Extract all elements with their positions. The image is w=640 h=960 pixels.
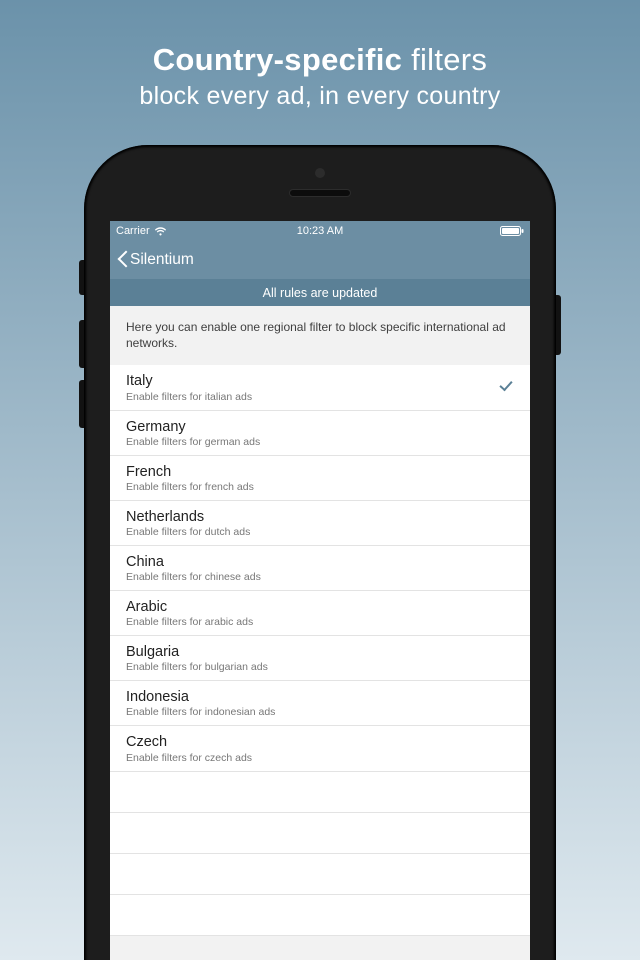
status-bar: Carrier 10:23 AM: [110, 221, 530, 241]
filter-row-empty: [110, 854, 530, 895]
filter-row-title: China: [126, 553, 514, 571]
status-bar-left: Carrier: [116, 225, 167, 237]
phone-speaker: [289, 189, 351, 197]
carrier-label: Carrier: [116, 225, 150, 237]
filter-row-subtitle: Enable filters for bulgarian ads: [126, 661, 514, 673]
filter-row[interactable]: BulgariaEnable filters for bulgarian ads: [110, 636, 530, 681]
filter-row-title: Italy: [126, 372, 514, 390]
filter-row-subtitle: Enable filters for french ads: [126, 481, 514, 493]
checkmark-icon: [498, 381, 514, 393]
promo-line-1-bold: Country-specific: [153, 42, 402, 77]
filter-row-subtitle: Enable filters for czech ads: [126, 752, 514, 764]
filter-row-title: French: [126, 463, 514, 481]
filter-row-subtitle: Enable filters for german ads: [126, 436, 514, 448]
phone-power-button: [556, 295, 561, 355]
filter-row[interactable]: NetherlandsEnable filters for dutch ads: [110, 501, 530, 546]
phone-screen: Carrier 10:23 AM Sil: [110, 221, 530, 960]
filter-row-title: Bulgaria: [126, 643, 514, 661]
promo-line-1: Country-specific filters: [139, 42, 500, 78]
filter-row-empty: [110, 895, 530, 936]
section-description-text: Here you can enable one regional filter …: [126, 320, 506, 350]
battery-icon: [500, 226, 524, 236]
status-bar-right: [500, 226, 524, 236]
filter-row[interactable]: ArabicEnable filters for arabic ads: [110, 591, 530, 636]
filter-row-title: Arabic: [126, 598, 514, 616]
back-label: Silentium: [130, 251, 194, 269]
filter-row-subtitle: Enable filters for arabic ads: [126, 616, 514, 628]
filter-row-title: Czech: [126, 733, 514, 751]
section-description: Here you can enable one regional filter …: [110, 306, 530, 365]
status-banner-text: All rules are updated: [263, 286, 378, 300]
filter-row-title: Netherlands: [126, 508, 514, 526]
filter-row-subtitle: Enable filters for chinese ads: [126, 571, 514, 583]
filter-row-subtitle: Enable filters for italian ads: [126, 391, 514, 403]
promo-line-1-light: filters: [402, 42, 487, 77]
filter-row-title: Germany: [126, 418, 514, 436]
filter-row-empty: [110, 772, 530, 813]
phone-body: Carrier 10:23 AM Sil: [84, 145, 556, 960]
filter-row-empty: [110, 813, 530, 854]
promo-line-2: block every ad, in every country: [139, 82, 500, 111]
filter-row-subtitle: Enable filters for indonesian ads: [126, 706, 514, 718]
filter-row[interactable]: ItalyEnable filters for italian ads: [110, 365, 530, 410]
promo-stage: Country-specific filters block every ad,…: [0, 0, 640, 960]
filter-row[interactable]: FrenchEnable filters for french ads: [110, 456, 530, 501]
phone-sensor: [315, 168, 325, 178]
filter-row-subtitle: Enable filters for dutch ads: [126, 526, 514, 538]
filter-row[interactable]: GermanyEnable filters for german ads: [110, 411, 530, 456]
status-banner: All rules are updated: [110, 279, 530, 306]
filter-row[interactable]: CzechEnable filters for czech ads: [110, 726, 530, 771]
filter-row[interactable]: IndonesiaEnable filters for indonesian a…: [110, 681, 530, 726]
filter-list[interactable]: ItalyEnable filters for italian adsGerma…: [110, 365, 530, 935]
filter-row[interactable]: ChinaEnable filters for chinese ads: [110, 546, 530, 591]
promo-heading: Country-specific filters block every ad,…: [139, 42, 500, 111]
wifi-icon: [154, 227, 167, 236]
nav-bar: Silentium: [110, 241, 530, 279]
phone-frame: Carrier 10:23 AM Sil: [84, 145, 556, 960]
filter-row-title: Indonesia: [126, 688, 514, 706]
chevron-left-icon: [116, 251, 128, 269]
back-button[interactable]: Silentium: [116, 251, 194, 269]
status-time: 10:23 AM: [110, 225, 530, 237]
